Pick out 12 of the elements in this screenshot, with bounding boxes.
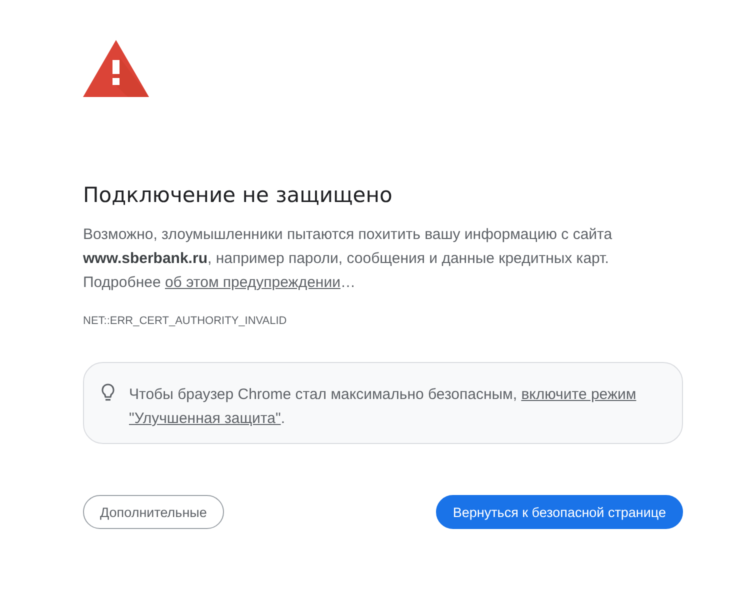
back-to-safety-button[interactable]: Вернуться к безопасной странице bbox=[436, 495, 683, 529]
advanced-button[interactable]: Дополнительные bbox=[83, 495, 224, 529]
enhanced-protection-link[interactable]: включите режим bbox=[521, 386, 636, 403]
warning-icon bbox=[83, 40, 149, 97]
lightbulb-icon bbox=[101, 383, 115, 403]
learn-more-text: Подробнее об этом предупреждении… bbox=[83, 273, 356, 293]
enhanced-protection-link[interactable]: "Улучшенная защита" bbox=[129, 410, 281, 427]
page-title: Подключение не защищено bbox=[83, 182, 394, 209]
tip-text: Чтобы браузер Chrome стал максимально безопасным, включите режим "Улучшенная защита". bbox=[129, 385, 638, 429]
warning-description: Возможно, злоумышленники пытаются похитить вашу информацию с сайта www.sberbank.ru, например пароли, сообщения и данные кредитных карт. bbox=[83, 225, 614, 269]
error-code: NET::ERR_CERT_AUTHORITY_INVALID bbox=[83, 315, 288, 327]
learn-more-link[interactable]: об этом предупреждении bbox=[164, 274, 340, 291]
